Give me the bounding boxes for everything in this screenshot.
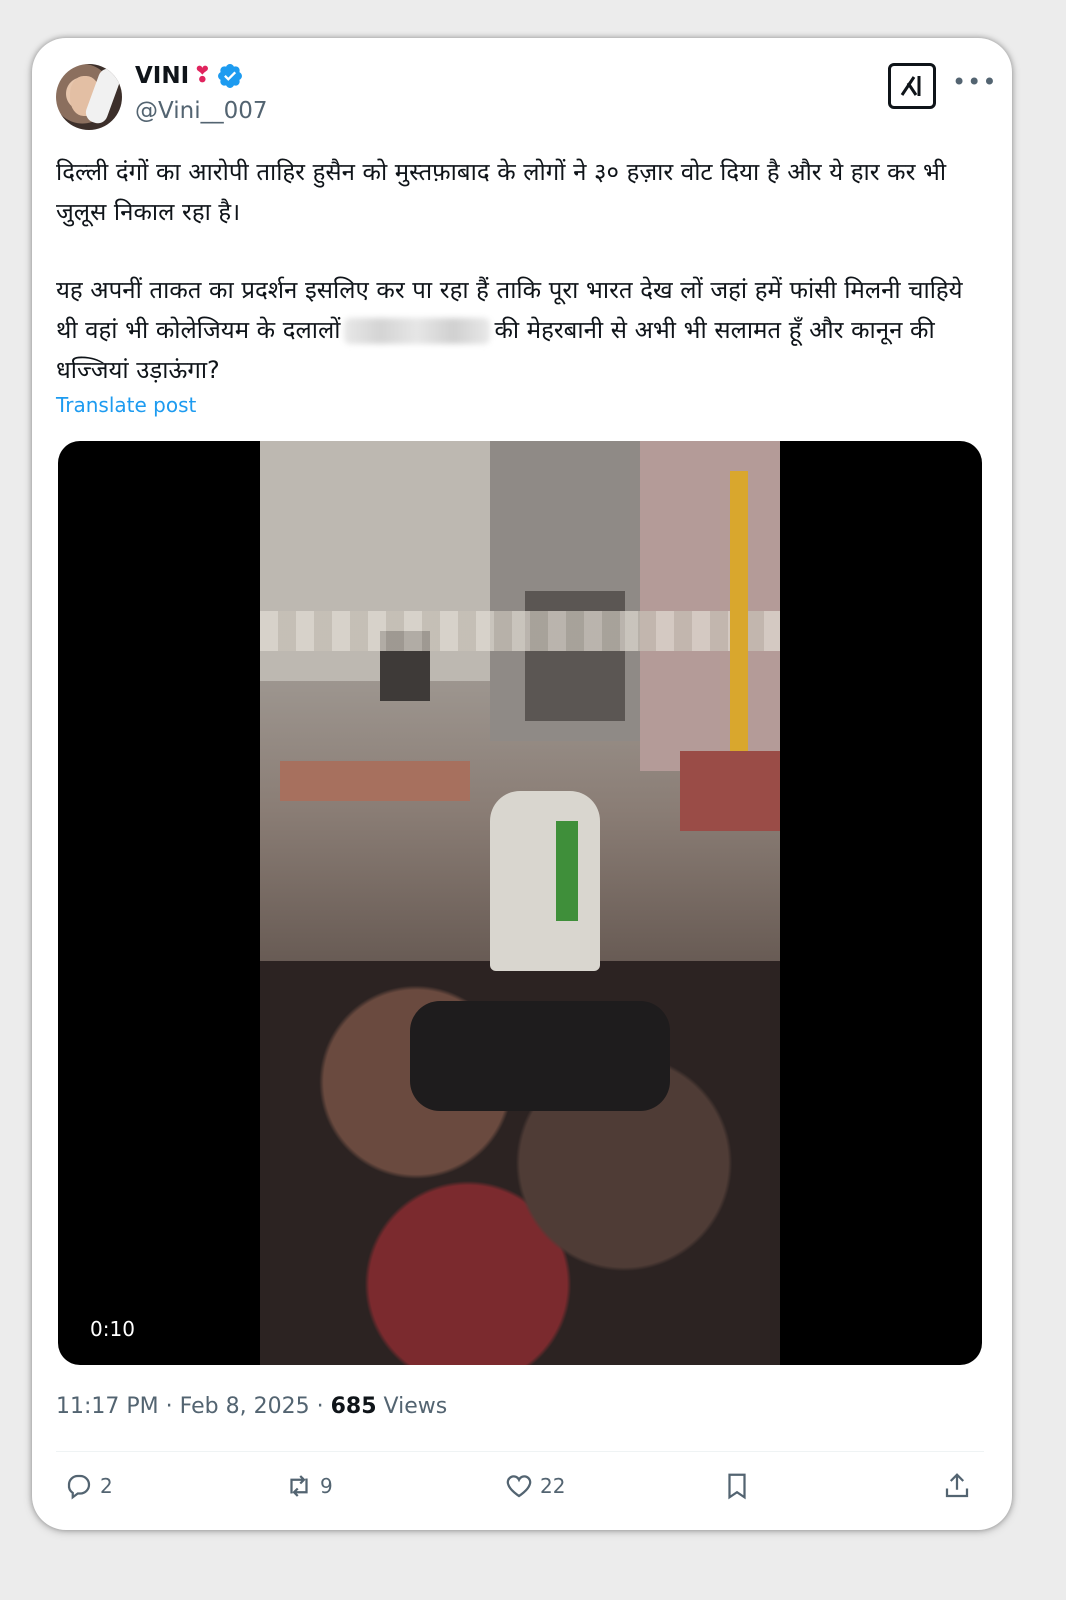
tweet-card: VINI ❣ @Vini__007 ••• दिल्ली दंगों का आर… xyxy=(32,38,1012,1530)
verified-badge-icon xyxy=(217,64,242,88)
heart-emoji-icon: ❣ xyxy=(193,63,212,88)
reply-icon xyxy=(67,1474,91,1500)
grok-icon xyxy=(900,76,921,96)
author-name[interactable]: VINI xyxy=(135,63,189,89)
views-count: 685 xyxy=(330,1394,377,1419)
like-button[interactable]: 22 xyxy=(504,1471,565,1501)
more-options-icon[interactable]: ••• xyxy=(952,68,997,96)
share-icon xyxy=(945,1473,969,1498)
divider xyxy=(56,1451,984,1452)
tweet-metadata: 11:17 PM · Feb 8, 2025 · 685 Views xyxy=(56,1394,448,1419)
video-player[interactable]: 0:10 xyxy=(58,441,982,1365)
tweet-date[interactable]: Feb 8, 2025 xyxy=(180,1394,310,1419)
avatar[interactable] xyxy=(56,64,122,130)
video-thumbnail xyxy=(260,441,780,1365)
tweet-text: दिल्ली दंगों का आरोपी ताहिर हुसैन को मुस… xyxy=(56,152,986,390)
repost-icon xyxy=(290,1475,308,1497)
repost-button[interactable]: 9 xyxy=(284,1471,333,1501)
bookmark-icon xyxy=(728,1473,746,1500)
author-handle[interactable]: @Vini__007 xyxy=(135,98,268,124)
grok-button[interactable] xyxy=(888,63,936,109)
tweet-time[interactable]: 11:17 PM xyxy=(56,1394,159,1419)
reply-button[interactable]: 2 xyxy=(64,1471,113,1501)
video-duration: 0:10 xyxy=(90,1317,135,1341)
reply-count: 2 xyxy=(100,1474,113,1498)
action-bar: 2 9 22 xyxy=(32,1471,1012,1511)
views-label: Views xyxy=(383,1394,448,1419)
like-icon xyxy=(506,1475,532,1498)
blurred-redaction xyxy=(344,318,491,344)
repost-count: 9 xyxy=(320,1474,333,1498)
like-count: 22 xyxy=(540,1474,566,1498)
bookmark-button[interactable] xyxy=(722,1471,752,1501)
translate-post-link[interactable]: Translate post xyxy=(56,393,196,417)
tweet-paragraph-1: दिल्ली दंगों का आरोपी ताहिर हुसैन को मुस… xyxy=(56,158,947,226)
tweet-paragraph-2: यह अपनीं ताकत का प्रदर्शन इसलिए कर पा रह… xyxy=(56,270,986,390)
share-button[interactable] xyxy=(942,1471,972,1501)
author-name-row[interactable]: VINI ❣ xyxy=(135,62,244,90)
